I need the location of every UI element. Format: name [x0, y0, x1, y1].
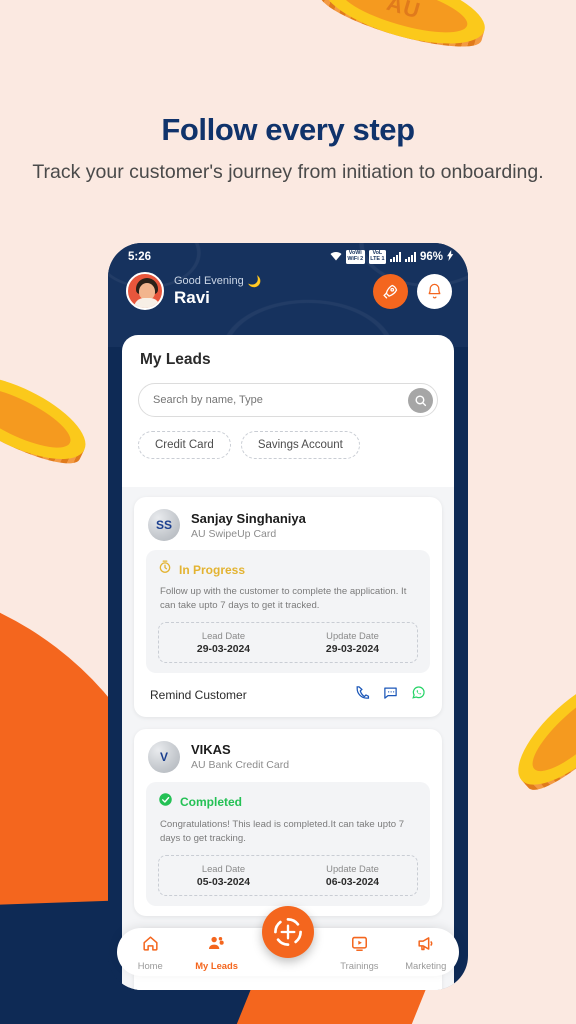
moon-icon: 🌙: [247, 275, 262, 288]
clock-icon: [158, 560, 172, 579]
lead-header: SS Sanjay Singhaniya AU SwipeUp Card: [134, 497, 442, 550]
nav-item-trainings[interactable]: Trainings: [326, 934, 392, 971]
update-date-label: Update Date: [326, 862, 379, 874]
home-icon: [143, 935, 158, 951]
nav-label-home: Home: [137, 959, 163, 971]
lead-date-label: Lead Date: [201, 629, 246, 641]
signal-bars-icon: [404, 252, 416, 262]
lead-product: AU Bank Credit Card: [191, 759, 290, 772]
search-bar[interactable]: [138, 383, 438, 417]
lead-header: V VIKAS AU Bank Credit Card: [134, 729, 442, 782]
rocket-icon[interactable]: [373, 273, 408, 309]
lead-name: VIKAS: [191, 742, 231, 758]
search-input[interactable]: [153, 394, 408, 406]
nav-label-trainings: Trainings: [340, 959, 379, 971]
nav-item-my-leads[interactable]: My Leads: [183, 934, 249, 971]
remind-customer-label: Remind Customer: [150, 687, 247, 702]
dates-box: Lead Date 05-03-2024 Update Date 06-03-2…: [158, 854, 418, 896]
nav-item-marketing[interactable]: Marketing: [393, 934, 459, 971]
bell-icon[interactable]: [417, 273, 452, 309]
filter-chips: Credit Card Savings Account: [122, 417, 454, 471]
greeting-label: Good Evening: [174, 275, 244, 287]
phone-screen: 5:26 VoWi WiFi 2 VoL LTE 1 96% Good Even…: [108, 243, 468, 990]
volte-icon: VoL LTE 1: [368, 250, 386, 264]
nav-label-my-leads: My Leads: [195, 959, 238, 971]
status-box: In Progress Follow up with the customer …: [146, 550, 430, 673]
charging-bolt-icon: [447, 250, 454, 264]
update-date-label: Update Date: [326, 629, 379, 641]
dates-box: Lead Date 29-03-2024 Update Date 29-03-2…: [158, 621, 418, 663]
search-icon[interactable]: [408, 387, 433, 413]
video-icon: [351, 936, 367, 951]
list-item[interactable]: SS Sanjay Singhaniya AU SwipeUp Card In …: [134, 497, 442, 717]
whatsapp-icon[interactable]: [411, 685, 426, 705]
lead-name: Sanjay Singhaniya: [191, 510, 306, 526]
vowifi-icon: VoWi WiFi 2: [345, 250, 365, 264]
lead-product: AU SwipeUp Card: [191, 527, 277, 540]
status-time: 5:26: [128, 251, 152, 263]
nav-item-home[interactable]: Home: [117, 934, 183, 971]
message-icon[interactable]: [383, 685, 398, 705]
chip-credit-card[interactable]: Credit Card: [138, 431, 231, 459]
target-plus-icon[interactable]: [262, 906, 314, 958]
status-bar: 5:26 VoWi WiFi 2 VoL LTE 1 96%: [108, 243, 468, 264]
status-badge: In Progress: [179, 562, 246, 577]
phone-icon[interactable]: [355, 685, 370, 705]
page-subtitle: Track your customer's journey from initi…: [32, 161, 544, 183]
remind-row: Remind Customer: [134, 683, 442, 717]
user-name: Ravi: [174, 287, 210, 307]
update-date-value: 06-03-2024: [325, 876, 380, 888]
check-circle-icon: [158, 792, 173, 812]
phone-mockup: 5:26 VoWi WiFi 2 VoL LTE 1 96% Good Even…: [108, 243, 468, 990]
greeting-row: Good Evening 🌙 Ravi: [108, 264, 468, 310]
lead-date-value: 29-03-2024: [196, 643, 251, 655]
nav-label-marketing: Marketing: [405, 959, 447, 971]
page-title: Follow every step: [161, 112, 415, 147]
megaphone-icon: [418, 936, 433, 950]
status-description: Follow up with the customer to complete …: [160, 586, 407, 611]
status-badge: Completed: [180, 794, 243, 809]
promo-screenshot: AU Follow every step Track your customer…: [0, 0, 576, 1024]
coin-icon: [502, 658, 576, 807]
lead-date-label: Lead Date: [201, 862, 246, 874]
list-item[interactable]: V VIKAS AU Bank Credit Card Completed Co…: [134, 728, 442, 916]
wifi-icon: [330, 251, 342, 264]
update-date-value: 29-03-2024: [325, 643, 380, 655]
avatar: SS: [148, 509, 180, 541]
chip-savings-account[interactable]: Savings Account: [240, 431, 360, 459]
coin-icon: [0, 358, 97, 483]
battery-percentage: 96%: [419, 251, 443, 263]
status-description: Congratulations! This lead is completed.…: [160, 818, 405, 844]
lead-date-value: 05-03-2024: [196, 876, 251, 888]
sheet-title: My Leads: [140, 351, 211, 368]
people-icon: [209, 936, 224, 949]
my-leads-sheet: My Leads Credit Card Savings Account: [122, 335, 454, 990]
status-box: Completed Congratulations! This lead is …: [146, 781, 430, 906]
promo-text-block: Follow every step Track your customer's …: [0, 112, 576, 186]
avatar[interactable]: [126, 272, 164, 310]
coin-icon: AU: [312, 0, 493, 70]
app-header: 5:26 VoWi WiFi 2 VoL LTE 1 96% Good Even…: [108, 243, 468, 347]
avatar: V: [148, 740, 180, 773]
signal-bars-icon: [389, 252, 401, 262]
